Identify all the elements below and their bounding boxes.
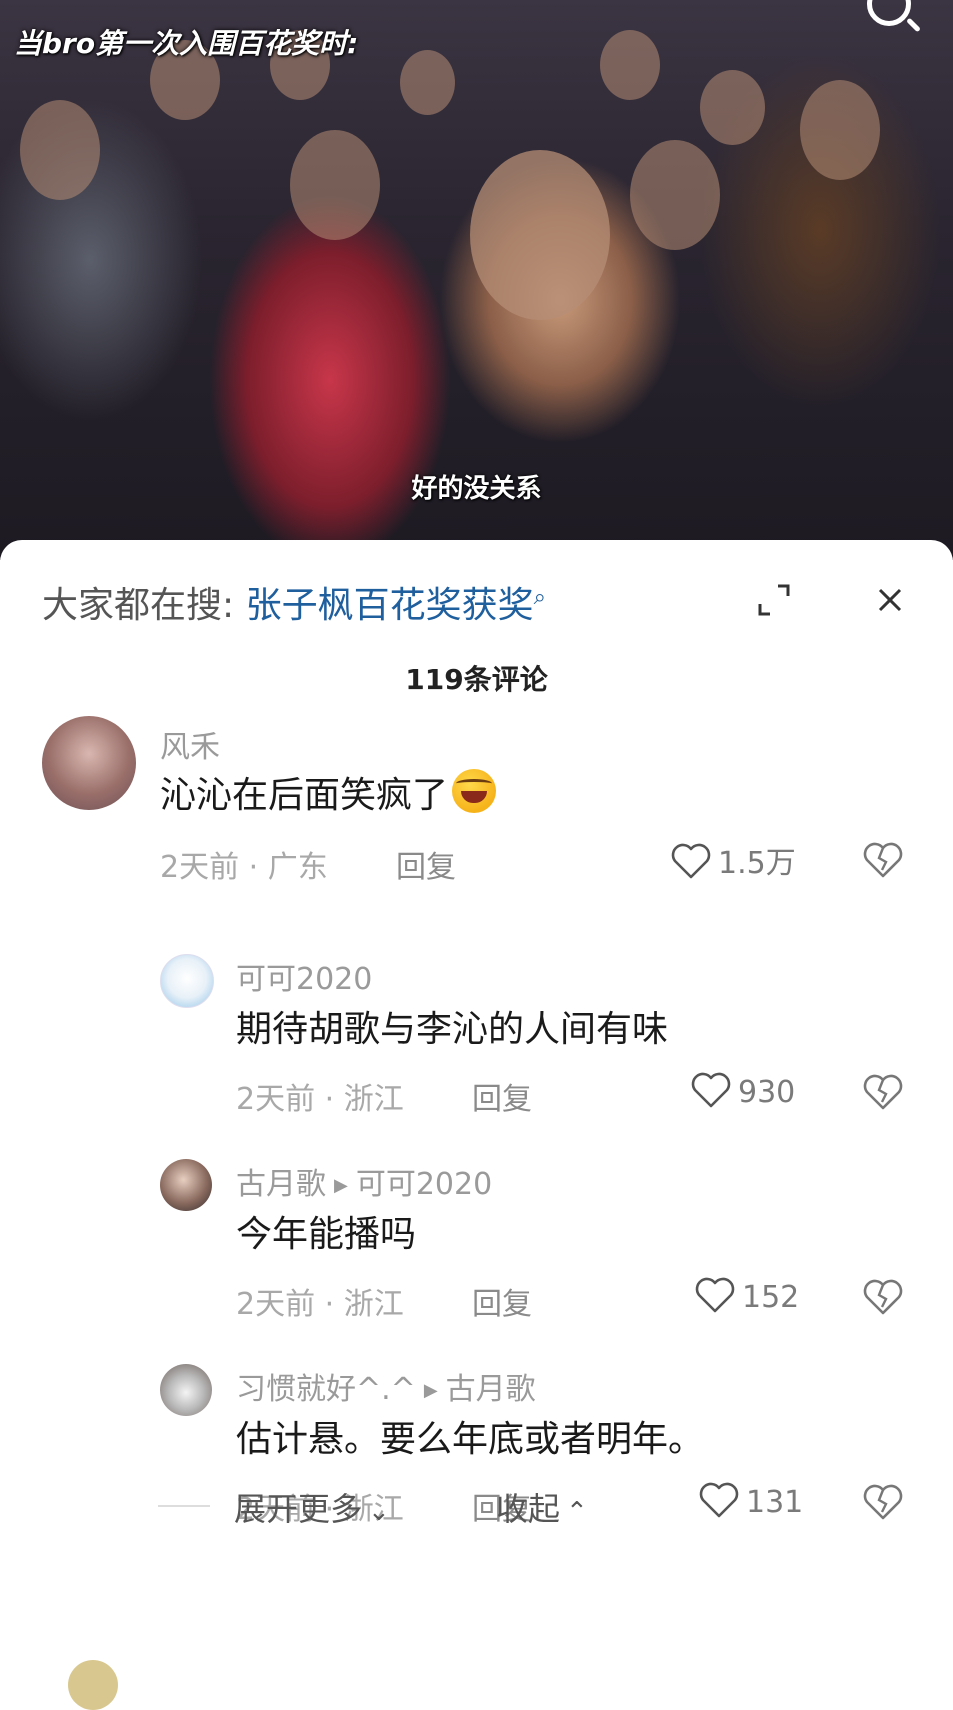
- expand-icon[interactable]: [754, 580, 794, 620]
- reply-button[interactable]: 回复: [396, 842, 456, 886]
- comment-username: 习惯就好^.^ ▶ 古月歌: [236, 1364, 536, 1408]
- avatar[interactable]: [160, 1364, 212, 1416]
- close-icon[interactable]: [870, 580, 910, 620]
- broken-heart-icon[interactable]: [862, 840, 904, 880]
- like-button[interactable]: 131: [698, 1480, 803, 1520]
- reply-to-username[interactable]: 可可2020: [356, 1167, 492, 1202]
- broken-heart-icon[interactable]: [862, 1277, 904, 1317]
- video-caption: 当bro第一次入围百花奖时:: [14, 27, 359, 60]
- audience-figure: [630, 140, 720, 250]
- expand-more-label: 展开更多: [234, 1490, 363, 1528]
- video-player[interactable]: 当bro第一次入围百花奖时: 好的没关系: [0, 0, 953, 560]
- search-icon: ⌕: [533, 585, 546, 610]
- laughing-emoji-icon: [452, 769, 497, 813]
- reply-arrow-icon: ▶: [423, 1380, 438, 1401]
- comment-username-text[interactable]: 习惯就好^.^: [236, 1372, 416, 1407]
- avatar[interactable]: [160, 954, 214, 1008]
- comment-text: 今年能播吗: [236, 1214, 417, 1255]
- search-icon[interactable]: [867, 0, 911, 26]
- heart-outline-icon: [691, 1072, 731, 1108]
- chevron-up-icon: ⌃: [566, 1497, 588, 1527]
- reply-button[interactable]: 回复: [472, 1279, 532, 1323]
- audience-figure: [600, 30, 660, 100]
- comment-username: 古月歌 ▶ 可可2020: [236, 1159, 492, 1203]
- reply-arrow-icon: ▶: [334, 1175, 348, 1196]
- heart-outline-icon: [699, 1482, 739, 1518]
- divider: [158, 1505, 210, 1507]
- like-button[interactable]: 930: [690, 1070, 795, 1110]
- avatar[interactable]: [42, 716, 136, 810]
- audience-figure: [800, 80, 880, 180]
- audience-figure: [400, 50, 455, 115]
- comment-meta: 2天前 · 广东: [160, 850, 328, 885]
- comment-count: 119条评论: [405, 663, 548, 696]
- comment-panel: 大家都在搜: 张子枫百花奖获奖⌕ 119条评论 风禾 沁沁在后面笑疯了 2天前 …: [0, 540, 953, 1710]
- trending-search-prefix: 大家都在搜:: [42, 585, 235, 626]
- comment-username[interactable]: 风禾: [160, 722, 220, 766]
- like-count: 1.5万: [718, 846, 796, 881]
- trending-search-term[interactable]: 张子枫百花奖获奖: [246, 585, 534, 626]
- reply-button[interactable]: 回复: [472, 1074, 532, 1118]
- audience-figure: [700, 70, 765, 145]
- comment-text-content: 沁沁在后面笑疯了: [160, 775, 449, 816]
- like-count: 930: [738, 1075, 796, 1110]
- expand-more-replies-button[interactable]: 展开更多 ⌄: [234, 1484, 390, 1530]
- like-button[interactable]: 1.5万: [670, 838, 796, 882]
- audience-figure: [290, 130, 380, 240]
- comment-meta: 2天前 · 浙江: [236, 1287, 404, 1322]
- comment-text: 期待胡歌与李沁的人间有味: [236, 1009, 669, 1050]
- comment-username-text[interactable]: 古月歌: [236, 1167, 326, 1202]
- heart-outline-icon: [671, 843, 711, 879]
- trending-search-bar[interactable]: 大家都在搜: 张子枫百花奖获奖⌕: [42, 576, 546, 628]
- avatar[interactable]: [160, 1159, 212, 1211]
- comment-text: 估计悬。要么年底或者明年。: [236, 1419, 705, 1460]
- avatar[interactable]: [68, 1660, 118, 1710]
- audience-figure: [470, 150, 610, 320]
- audience-figure: [20, 100, 100, 200]
- chevron-down-icon: ⌄: [368, 1497, 390, 1527]
- collapse-replies-button[interactable]: 收起 ⌃: [496, 1484, 588, 1530]
- reply-to-username[interactable]: 古月歌: [446, 1372, 536, 1407]
- like-count: 131: [746, 1485, 804, 1520]
- video-subtitle: 好的没关系: [411, 474, 542, 504]
- collapse-label: 收起: [496, 1490, 561, 1528]
- broken-heart-icon[interactable]: [862, 1072, 904, 1112]
- heart-outline-icon: [695, 1277, 735, 1313]
- comment-meta: 2天前 · 浙江: [236, 1082, 404, 1117]
- broken-heart-icon[interactable]: [862, 1482, 904, 1522]
- like-button[interactable]: 152: [694, 1275, 799, 1315]
- like-count: 152: [742, 1280, 800, 1315]
- comment-text: 沁沁在后面笑疯了: [160, 766, 497, 818]
- comment-username[interactable]: 可可2020: [236, 954, 372, 998]
